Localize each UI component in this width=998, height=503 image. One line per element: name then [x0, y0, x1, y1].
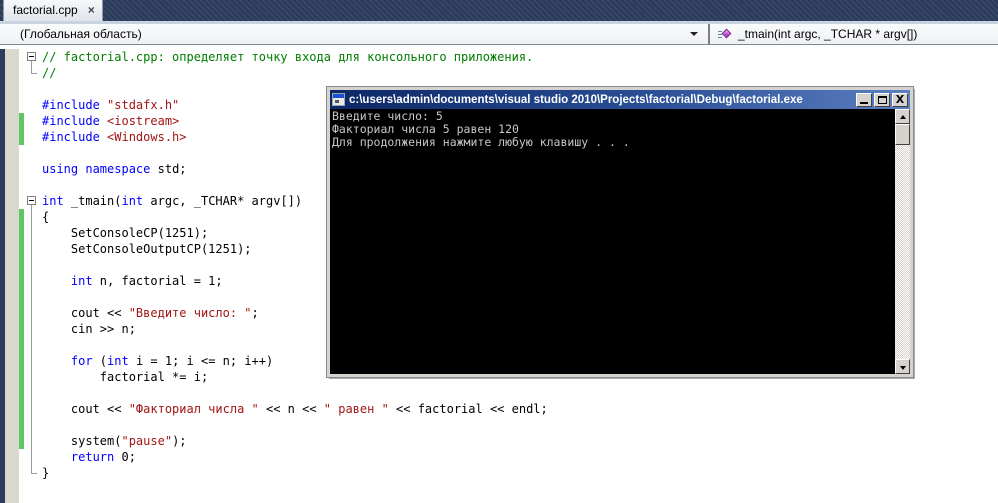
document-tab-bar: factorial.cpp ×	[0, 0, 998, 24]
window-controls: X	[856, 92, 908, 107]
close-button[interactable]: X	[892, 92, 908, 107]
maximize-icon	[878, 95, 887, 104]
console-window: c:\users\admin\documents\visual studio 2…	[327, 87, 913, 377]
fold-line	[31, 205, 32, 473]
console-app-icon	[332, 93, 345, 106]
method-icon	[718, 28, 732, 40]
code-line: }	[42, 466, 50, 480]
tab-label: factorial.cpp	[13, 3, 78, 17]
chevron-down-icon	[690, 32, 698, 36]
navigation-bar: (Глобальная область) _tmain(int argc, _T…	[0, 24, 998, 45]
arrow-up-icon	[900, 115, 906, 119]
fold-line-tick	[31, 73, 37, 74]
fold-line-tick	[31, 473, 37, 474]
fold-line	[31, 61, 32, 73]
minimize-button[interactable]	[856, 92, 872, 107]
console-line: Для продолжения нажмите любую клавишу . …	[332, 135, 630, 149]
scroll-down-button[interactable]	[895, 359, 910, 374]
tab-close-icon[interactable]: ×	[88, 4, 95, 16]
scope-dropdown-label: (Глобальная область)	[20, 27, 142, 41]
console-title-bar[interactable]: c:\users\admin\documents\visual studio 2…	[330, 90, 910, 109]
member-dropdown[interactable]: _tmain(int argc, _TCHAR * argv[])	[710, 24, 998, 44]
change-bar	[19, 209, 24, 449]
scope-dropdown[interactable]: (Глобальная область)	[0, 24, 708, 44]
maximize-button[interactable]	[874, 92, 890, 107]
code-line: //	[42, 66, 57, 80]
fold-toggle-icon[interactable]	[27, 52, 36, 61]
console-title: c:\users\admin\documents\visual studio 2…	[349, 93, 803, 106]
scroll-thumb[interactable]	[895, 124, 910, 145]
scroll-up-button[interactable]	[895, 109, 910, 124]
tab-factorial-cpp[interactable]: factorial.cpp ×	[3, 0, 103, 21]
fold-toggle-icon[interactable]	[27, 196, 36, 205]
code-line: // factorial.cpp: определяет точку входа…	[42, 50, 534, 64]
console-client-area: Введите число: 5 Факториал числа 5 равен …	[330, 109, 910, 374]
console-output: Введите число: 5 Факториал числа 5 равен …	[332, 110, 893, 149]
member-dropdown-label: _tmain(int argc, _TCHAR * argv[])	[738, 27, 918, 41]
arrow-down-icon	[900, 366, 906, 370]
code-line: system("pause");	[42, 434, 187, 448]
change-bar	[19, 113, 24, 145]
code-line: cout << "Факториал числа " << n << " рав…	[42, 402, 548, 416]
code-line: return 0;	[42, 450, 136, 464]
close-icon: X	[895, 92, 905, 106]
console-scrollbar[interactable]	[895, 109, 910, 374]
minimize-icon	[860, 101, 868, 104]
